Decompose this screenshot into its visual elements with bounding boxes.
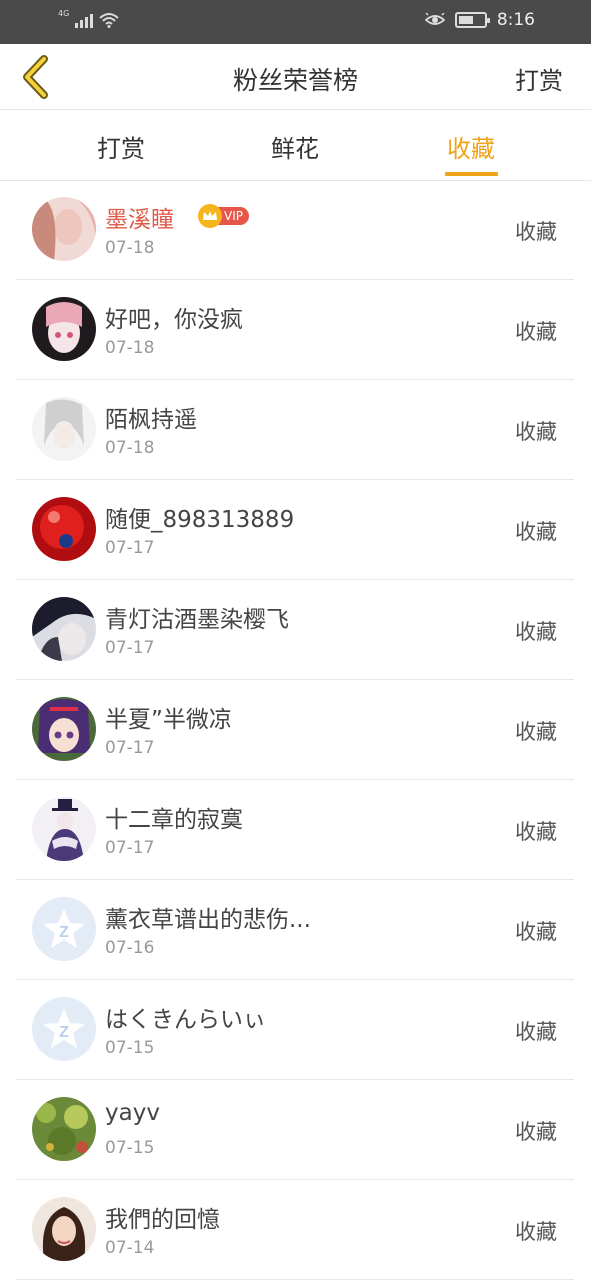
list-item-date: 07-15: [105, 1138, 155, 1158]
signal-icon: [75, 12, 94, 28]
user-name: 我們的回憶: [105, 1207, 220, 1233]
list-item-action: 收藏: [515, 520, 557, 544]
list-item[interactable]: 十二章的寂寞 07-17 收藏: [16, 780, 574, 880]
list-item[interactable]: 半夏”半微凉 07-17 收藏: [16, 680, 574, 780]
eye-comfort-icon: [424, 13, 445, 25]
list-item-action: 收藏: [515, 820, 557, 844]
tab-flowers[interactable]: 鲜花: [245, 129, 345, 164]
status-right: 8:16: [424, 10, 535, 30]
clock: 8:16: [496, 10, 535, 30]
list-item-date: 07-16: [105, 938, 155, 958]
list-item-action: 收藏: [515, 620, 557, 644]
svg-text:Z: Z: [59, 924, 69, 941]
wifi-icon: [99, 13, 119, 28]
avatar: [32, 397, 96, 461]
user-name: 陌枫持遥: [105, 407, 197, 433]
list-item-date: 07-17: [105, 838, 155, 858]
avatar: [32, 1197, 96, 1261]
user-name: 半夏”半微凉: [105, 707, 232, 733]
list-item[interactable]: 随便_898313889 07-17 收藏: [16, 480, 574, 580]
crown-icon: [198, 204, 222, 228]
list-item-date: 07-18: [105, 438, 155, 458]
user-name: 墨溪瞳: [105, 207, 174, 233]
list-item-action: 收藏: [515, 220, 557, 244]
network-type: 4G: [58, 9, 70, 18]
list-item[interactable]: Z はくきんらいぃ 07-15 收藏: [16, 980, 574, 1080]
list-item[interactable]: 陌枫持遥 07-18 收藏: [16, 380, 574, 480]
list-item-action: 收藏: [515, 1020, 557, 1044]
avatar: [32, 497, 96, 561]
avatar: [32, 597, 96, 661]
user-name: 薰衣草谱出的悲伤...: [105, 907, 311, 933]
list-item-action: 收藏: [515, 320, 557, 344]
list-item[interactable]: 好吧，你没疯 07-18 收藏: [16, 280, 574, 380]
avatar: [32, 297, 96, 361]
svg-text:Z: Z: [59, 1024, 69, 1041]
avatar: Z: [32, 897, 96, 961]
battery-icon: [454, 12, 490, 28]
status-left: 4G: [58, 9, 119, 28]
avatar: Z: [32, 997, 96, 1061]
list-item-date: 07-17: [105, 538, 155, 558]
list-item-action: 收藏: [515, 1220, 557, 1244]
list-item[interactable]: 我們的回憶 07-14 收藏: [16, 1180, 574, 1280]
active-tab-indicator: [445, 172, 498, 176]
avatar: [32, 697, 96, 761]
avatar: [32, 197, 96, 261]
user-name: はくきんらいぃ: [105, 1007, 266, 1033]
list-item-date: 07-17: [105, 738, 155, 758]
tab-bar: 打赏 鲜花 收藏: [0, 111, 591, 181]
nav-bar: 粉丝荣誉榜 打赏: [0, 44, 591, 110]
list-item[interactable]: 墨溪瞳 VIP 07-18 收藏: [16, 180, 574, 280]
list-item-date: 07-17: [105, 638, 155, 658]
page-title: 粉丝荣誉榜: [232, 66, 358, 95]
list-item[interactable]: Z 薰衣草谱出的悲伤... 07-16 收藏: [16, 880, 574, 980]
user-name: 随便_898313889: [105, 507, 295, 533]
list-item-date: 07-18: [105, 338, 155, 358]
tab-reward[interactable]: 打赏: [71, 129, 171, 164]
list-item-action: 收藏: [515, 720, 557, 744]
list-item-action: 收藏: [515, 920, 557, 944]
tab-favorites[interactable]: 收藏: [421, 129, 521, 164]
user-name: 好吧，你没疯: [105, 307, 243, 333]
list-item-action: 收藏: [515, 1120, 557, 1144]
user-name: 青灯沽酒墨染樱飞: [105, 607, 289, 633]
list-item-action: 收藏: [515, 420, 557, 444]
user-name: yayv: [105, 1100, 160, 1126]
list-item-date: 07-14: [105, 1238, 155, 1258]
avatar: [32, 797, 96, 861]
list-item[interactable]: yayv 07-15 收藏: [16, 1080, 574, 1180]
list-item[interactable]: 青灯沽酒墨染樱飞 07-17 收藏: [16, 580, 574, 680]
status-bar: 4G 8:16: [0, 0, 591, 44]
list-item-date: 07-15: [105, 1038, 155, 1058]
list-item-date: 07-18: [105, 238, 155, 258]
reward-button[interactable]: 打赏: [515, 61, 563, 96]
vip-badges: VIP: [198, 204, 249, 228]
avatar: [32, 1097, 96, 1161]
user-name: 十二章的寂寞: [105, 807, 243, 833]
fan-list: 墨溪瞳 VIP 07-18 收藏 好吧，你没疯 07-18 收藏 陌枫持遥 07…: [16, 180, 574, 1280]
